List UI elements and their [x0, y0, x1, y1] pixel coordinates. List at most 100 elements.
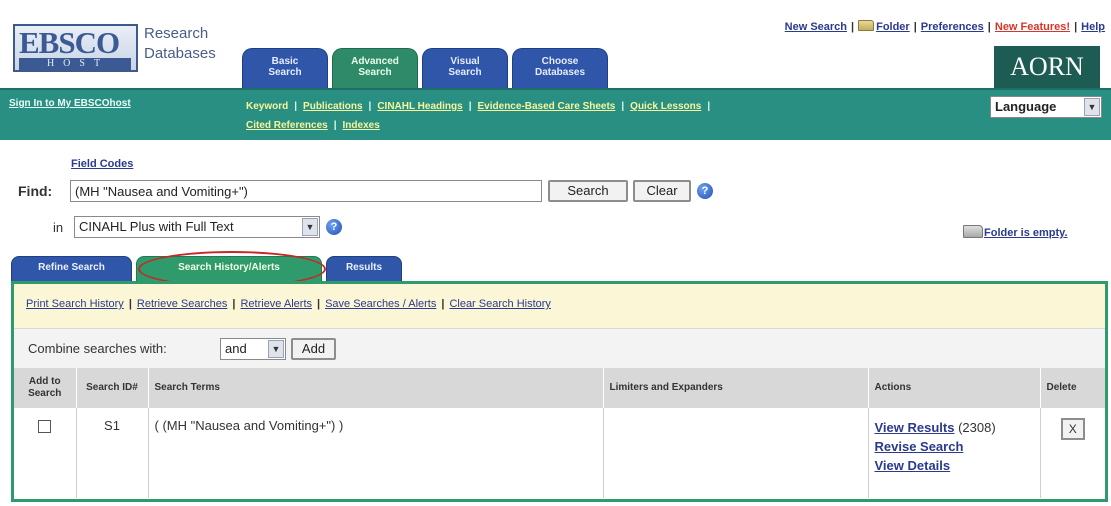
separator: | — [441, 298, 445, 310]
database-select[interactable]: CINAHL Plus with Full Text ▼ — [74, 216, 320, 238]
brand-text: Research Databases — [144, 24, 216, 64]
separator: | — [707, 101, 711, 112]
header-actions: Actions — [868, 368, 1041, 408]
tab-line: Advanced — [351, 56, 399, 67]
separator: | — [333, 120, 337, 131]
header-search-id: Search ID# — [76, 368, 149, 408]
language-select[interactable]: Language ▼ — [990, 96, 1102, 118]
header-add-to-search: Add to Search — [14, 368, 77, 408]
save-searches-alerts-link[interactable]: Save Searches / Alerts — [325, 298, 436, 310]
header-search-terms: Search Terms — [148, 368, 604, 408]
delete-cell: X — [1040, 408, 1105, 498]
new-features-link[interactable]: New Features! — [995, 21, 1070, 33]
header: EBSCO HOST Research Databases Basic Sear… — [0, 0, 1111, 88]
actions-cell: View Results (2308) Revise Search View D… — [868, 408, 1041, 498]
tab-line: Basic — [271, 56, 299, 67]
nav-evidence-based-care-sheets[interactable]: Evidence-Based Care Sheets — [478, 101, 616, 112]
ebscohost-logo[interactable]: EBSCO HOST — [13, 24, 138, 72]
header-delete: Delete — [1040, 368, 1105, 408]
chevron-down-icon[interactable]: ▼ — [268, 340, 284, 358]
chevron-down-icon[interactable]: ▼ — [302, 218, 318, 236]
nav-cinahl-headings[interactable]: CINAHL Headings — [377, 101, 462, 112]
find-label: Find: — [18, 183, 53, 199]
separator: | — [913, 21, 917, 33]
database-select-value: CINAHL Plus with Full Text — [79, 219, 234, 234]
table-row: S1 ( (MH "Nausea and Vomiting+") ) View … — [14, 408, 1105, 498]
logo-host-text: HOST — [19, 58, 131, 70]
limiters-cell — [603, 408, 869, 498]
find-input[interactable] — [70, 180, 542, 202]
tab-visual-search[interactable]: Visual Search — [422, 48, 508, 88]
help-link[interactable]: Help — [1081, 21, 1105, 33]
separator: | — [317, 298, 321, 310]
preferences-link[interactable]: Preferences — [921, 21, 984, 33]
separator: | — [987, 21, 991, 33]
print-search-history-link[interactable]: Print Search History — [26, 298, 124, 310]
tab-refine-search[interactable]: Refine Search — [11, 256, 132, 282]
tab-line: Databases — [534, 67, 586, 78]
help-icon[interactable]: ? — [326, 219, 342, 235]
clear-search-history-link[interactable]: Clear Search History — [449, 298, 550, 310]
tab-line: Choose — [541, 56, 579, 67]
add-cell — [14, 408, 77, 498]
search-button[interactable]: Search — [548, 180, 628, 202]
search-history-panel: Print Search History | Retrieve Searches | R… — [11, 281, 1108, 502]
separator: | — [128, 298, 132, 310]
table-header-row: Add to Search Search ID# Search Terms Li… — [14, 368, 1105, 408]
add-button[interactable]: Add — [291, 338, 336, 360]
retrieve-alerts-link[interactable]: Retrieve Alerts — [240, 298, 312, 310]
view-details-link[interactable]: View Details — [875, 456, 1034, 475]
tab-choose-databases[interactable]: Choose Databases — [512, 48, 608, 88]
separator: | — [851, 21, 855, 33]
view-results-line: View Results (2308) — [875, 418, 1034, 437]
in-label: in — [53, 220, 64, 235]
nav-publications[interactable]: Publications — [303, 101, 362, 112]
separator: | — [368, 101, 372, 112]
tab-advanced-search[interactable]: Advanced Search — [332, 48, 418, 88]
combine-operator-value: and — [225, 341, 247, 356]
folder-icon — [858, 20, 875, 31]
add-to-search-checkbox[interactable] — [38, 420, 52, 433]
separator: | — [621, 101, 625, 112]
tab-search-history-alerts[interactable]: Search History/Alerts — [136, 256, 322, 282]
folder-icon — [963, 225, 983, 238]
tab-basic-search[interactable]: Basic Search — [242, 48, 328, 88]
clear-button[interactable]: Clear — [633, 180, 691, 202]
nav-quick-lessons[interactable]: Quick Lessons — [630, 101, 701, 112]
revise-search-link[interactable]: Revise Search — [875, 437, 1034, 456]
tab-results[interactable]: Results — [326, 256, 402, 282]
help-icon[interactable]: ? — [697, 183, 713, 199]
language-select-value: Language — [995, 99, 1057, 114]
retrieve-searches-link[interactable]: Retrieve Searches — [137, 298, 228, 310]
tab-line: Visual — [450, 56, 480, 67]
field-codes-link[interactable]: Field Codes — [71, 158, 133, 170]
nav-keyword[interactable]: Keyword — [246, 101, 288, 112]
separator: | — [468, 101, 472, 112]
folder-link[interactable]: Folder — [876, 21, 910, 33]
folder-empty-link[interactable]: Folder is empty. — [984, 227, 1068, 239]
search-history-table: Add to Search Search ID# Search Terms Li… — [14, 368, 1105, 498]
brand-line-1: Research — [144, 25, 209, 42]
history-actions-bar: Print Search History | Retrieve Searches | R… — [14, 284, 1105, 328]
nav-links: Keyword | Publications | CINAHL Headings | Evi… — [246, 97, 966, 135]
nav-cited-references[interactable]: Cited References — [246, 120, 328, 131]
search-terms-cell: ( (MH "Nausea and Vomiting+") ) — [148, 408, 604, 498]
chevron-down-icon[interactable]: ▼ — [1084, 98, 1100, 116]
nav-bar: Sign In to My EBSCOhost Keyword | Publicat… — [0, 88, 1111, 140]
new-search-link[interactable]: New Search — [785, 21, 847, 33]
folder-status: Folder is empty. — [963, 225, 1068, 239]
results-tabs: Refine Search Search History/Alerts Resu… — [11, 256, 402, 282]
tab-line: Search — [358, 67, 392, 78]
separator: | — [1074, 21, 1078, 33]
nav-indexes[interactable]: Indexes — [343, 120, 380, 131]
combine-operator-select[interactable]: and ▼ — [220, 338, 286, 360]
separator: | — [232, 298, 236, 310]
view-results-link[interactable]: View Results — [875, 420, 955, 435]
results-count: (2308) — [958, 420, 996, 435]
search-id-cell: S1 — [76, 408, 149, 498]
sign-in-link[interactable]: Sign In to My EBSCOhost — [9, 98, 131, 109]
delete-button[interactable]: X — [1060, 418, 1085, 440]
header-limiters-expanders: Limiters and Expanders — [603, 368, 869, 408]
separator: | — [294, 101, 298, 112]
search-mode-tabs: Basic Search Advanced Search Visual Sear… — [242, 48, 608, 88]
